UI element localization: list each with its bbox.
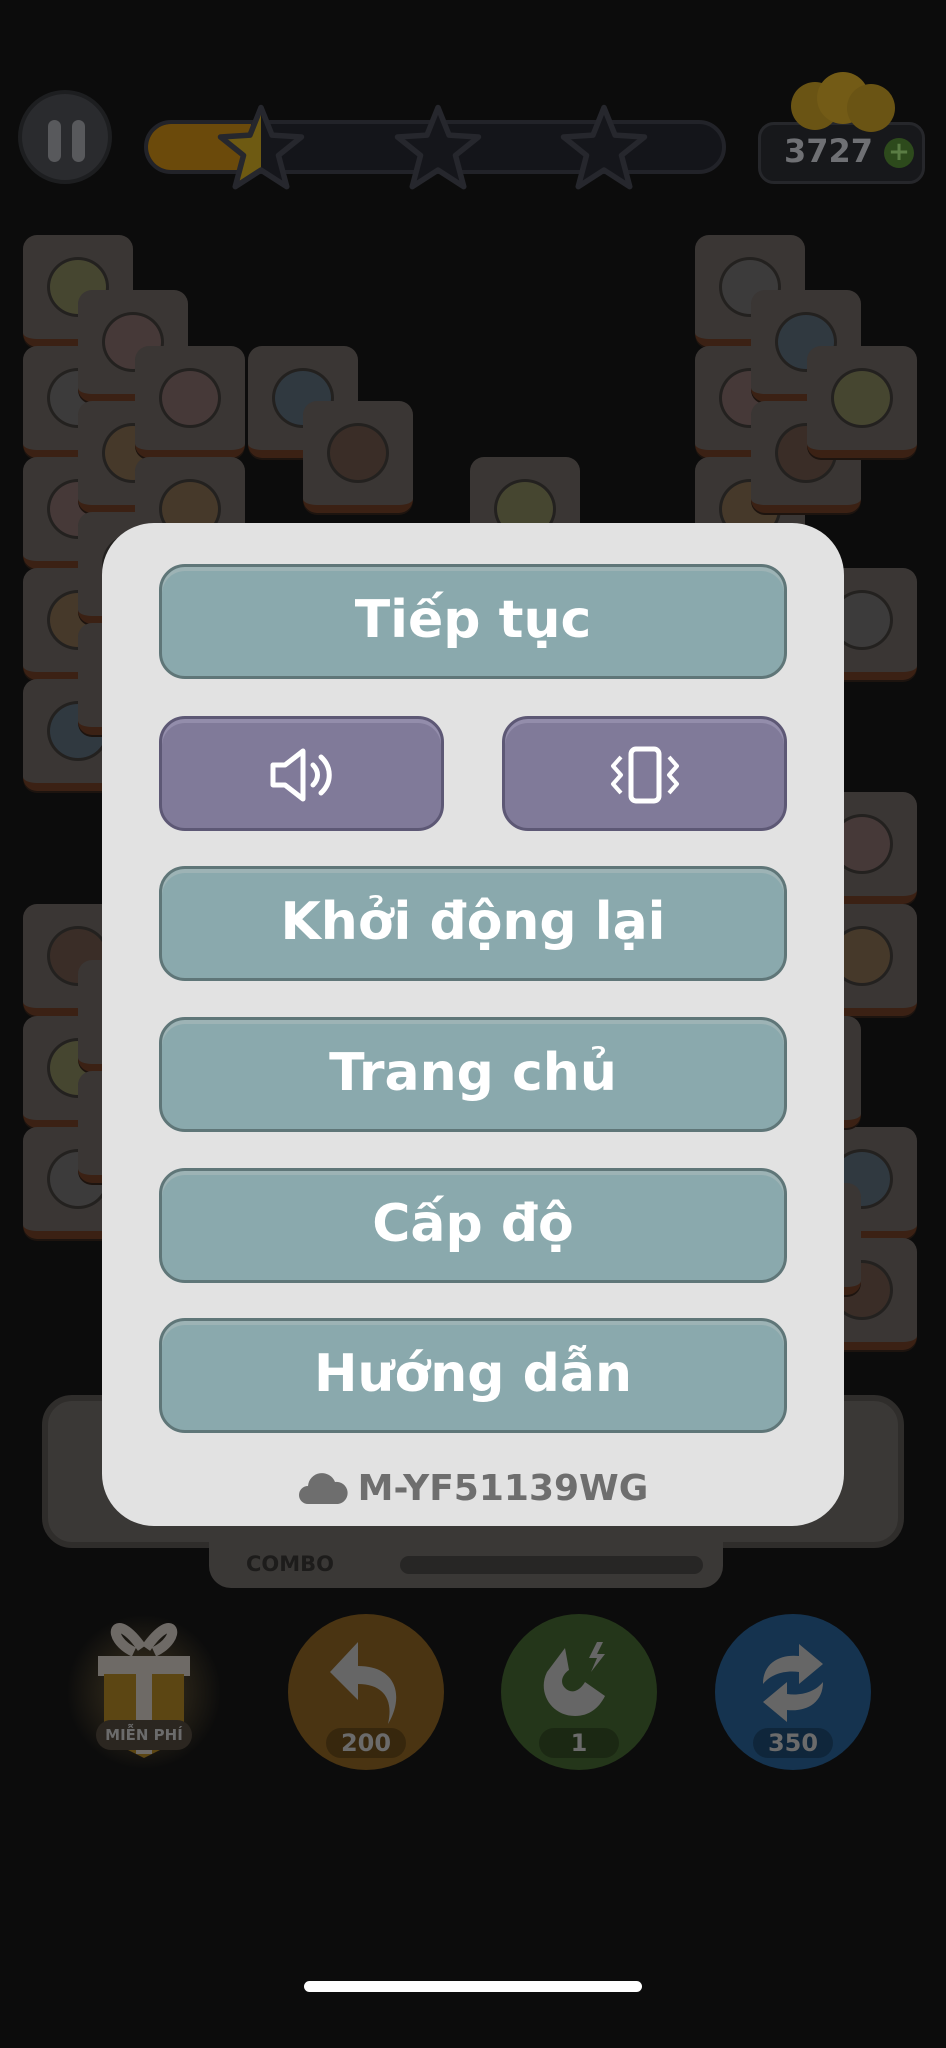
shuffle-button[interactable]: 350 <box>715 1614 871 1770</box>
animal-icon <box>159 368 221 428</box>
pause-menu-dialog: Tiếp tục Khởi động lại Trang chủ Cấp độ … <box>102 523 844 1526</box>
magnet-button[interactable]: 1 <box>501 1614 657 1770</box>
undo-button[interactable]: 200 <box>288 1614 444 1770</box>
sound-toggle-button[interactable] <box>159 716 444 831</box>
player-id: M-YF51139WG <box>102 1468 844 1509</box>
tile[interactable] <box>135 346 245 458</box>
tile[interactable] <box>303 401 413 513</box>
vibrate-icon <box>610 746 679 804</box>
speaker-icon <box>270 748 332 802</box>
star-icon-1 <box>217 104 305 190</box>
star-icon-2 <box>394 104 482 190</box>
player-id-text: M-YF51139WG <box>357 1468 649 1509</box>
magnet-icon <box>543 1642 605 1716</box>
combo-bar <box>400 1556 703 1574</box>
guide-button[interactable]: Hướng dẫn <box>159 1318 787 1433</box>
restart-button[interactable]: Khởi động lại <box>159 866 787 981</box>
coins-icon <box>791 72 895 132</box>
animal-icon <box>327 423 389 483</box>
free-gift-button[interactable]: MIỄN PHÍ <box>66 1614 222 1770</box>
combo-label: COMBO <box>246 1552 335 1576</box>
cloud-icon <box>298 1473 348 1504</box>
level-select-button[interactable]: Cấp độ <box>159 1168 787 1283</box>
shuffle-icon <box>763 1644 823 1722</box>
undo-cost: 200 <box>326 1728 406 1758</box>
pause-icon <box>48 120 61 162</box>
undo-icon <box>330 1642 397 1724</box>
magnet-count: 1 <box>539 1728 619 1758</box>
animal-icon <box>831 368 893 428</box>
resume-button[interactable]: Tiếp tục <box>159 564 787 679</box>
pause-button[interactable] <box>18 90 112 184</box>
coin-count: 3727 <box>784 132 874 170</box>
gift-label: MIỄN PHÍ <box>96 1720 192 1750</box>
vibration-toggle-button[interactable] <box>502 716 787 831</box>
home-indicator[interactable] <box>304 1981 642 1992</box>
star-icon-3 <box>560 104 648 190</box>
home-button[interactable]: Trang chủ <box>159 1017 787 1132</box>
tile[interactable] <box>807 346 917 458</box>
shuffle-cost: 350 <box>753 1728 833 1758</box>
pause-icon-bar <box>72 120 85 162</box>
add-coins-button[interactable]: + <box>884 138 914 168</box>
